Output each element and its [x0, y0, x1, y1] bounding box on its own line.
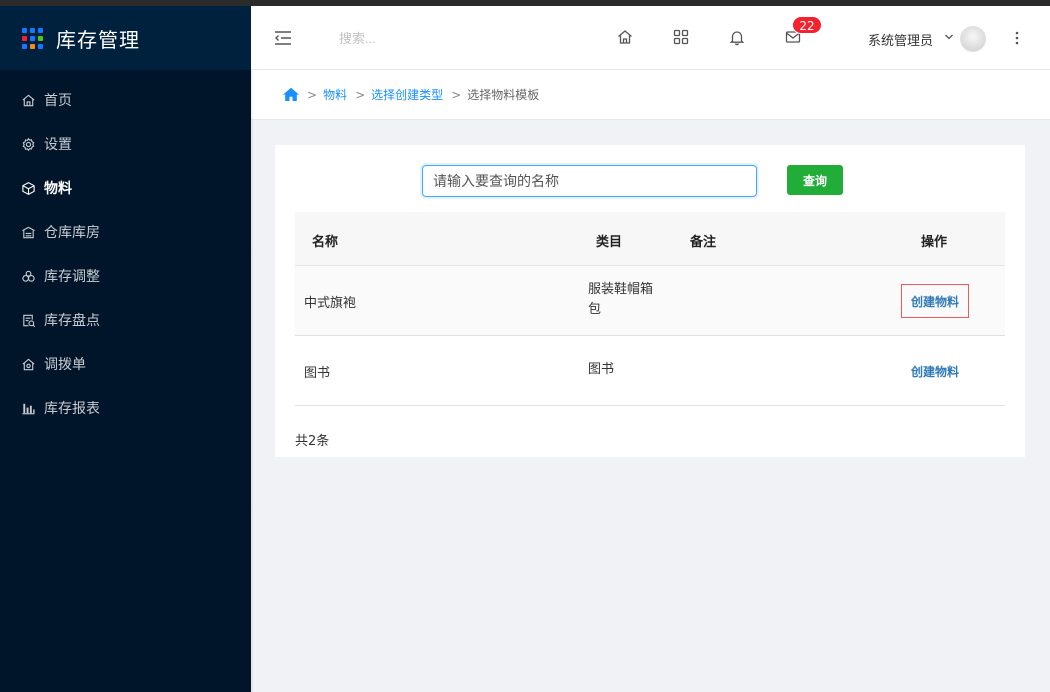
sidebar-item-stock-adjust[interactable]: 库存调整	[0, 254, 251, 298]
cell-category-line: 服装鞋帽箱	[588, 282, 654, 297]
table-header: 名称 类目 备注 操作	[295, 212, 1005, 266]
breadcrumb-separator: >	[355, 87, 366, 102]
sidebar-item-label: 首页	[44, 93, 72, 109]
sidebar-item-label: 库存调整	[44, 269, 100, 285]
template-search-input[interactable]	[422, 165, 757, 197]
create-material-link[interactable]: 创建物料	[901, 284, 969, 318]
template-list-card: 查询 名称 类目 备注 操作 中式旗袍 服装鞋帽箱 包 创建物料 图书 图书 创…	[275, 145, 1025, 457]
column-header-name: 名称	[312, 235, 339, 250]
apps-grid-icon[interactable]	[672, 28, 690, 46]
column-header-category: 类目	[596, 235, 623, 250]
app-title: 库存管理	[56, 27, 140, 52]
brand[interactable]: 库存管理	[0, 6, 251, 70]
column-header-actions: 操作	[921, 235, 948, 250]
breadcrumb-select-type[interactable]: 选择创建类型	[371, 86, 443, 103]
cell-category: 服装鞋帽箱 包	[588, 280, 668, 320]
sidebar-menu: 首页 设置 物料 仓库库房 库存调整 库存盘点 调拨单 库存报表	[0, 78, 251, 430]
logo-dot	[38, 27, 43, 33]
header-search-input[interactable]	[339, 26, 539, 50]
cube-icon	[20, 180, 36, 196]
chevron-down-icon[interactable]	[944, 32, 954, 42]
breadcrumb-materials[interactable]: 物料	[323, 86, 347, 103]
menu-collapse-icon[interactable]	[273, 28, 293, 48]
sidebar-item-home[interactable]: 首页	[0, 78, 251, 122]
home-icon[interactable]	[616, 28, 634, 46]
sidebar-item-materials[interactable]: 物料	[0, 166, 251, 210]
sidebar-item-settings[interactable]: 设置	[0, 122, 251, 166]
top-header: 22 系统管理员	[251, 6, 1050, 70]
cell-category: 图书	[588, 360, 668, 380]
breadcrumb-separator: >	[451, 87, 462, 102]
bar-chart-icon	[20, 400, 36, 416]
logo-dot	[22, 27, 27, 33]
more-vertical-icon[interactable]	[1015, 30, 1019, 46]
cell-name: 图书	[304, 366, 331, 381]
logo-dot	[22, 35, 27, 41]
logo-dot	[38, 43, 43, 49]
breadcrumb-separator: >	[307, 87, 318, 102]
user-name[interactable]: 系统管理员	[868, 30, 933, 49]
sidebar-item-label: 库存盘点	[44, 313, 100, 329]
home-icon	[20, 92, 36, 108]
logo-dot	[30, 43, 35, 49]
inventory-check-icon	[20, 312, 36, 328]
sidebar-item-stock-check[interactable]: 库存盘点	[0, 298, 251, 342]
sidebar-item-warehouse[interactable]: 仓库库房	[0, 210, 251, 254]
create-material-link[interactable]: 创建物料	[901, 354, 969, 388]
gear-icon	[20, 136, 36, 152]
sidebar-item-label: 物料	[44, 181, 72, 197]
logo-dot	[30, 35, 35, 41]
sidebar-item-stock-report[interactable]: 库存报表	[0, 386, 251, 430]
sidebar-item-transfer[interactable]: 调拨单	[0, 342, 251, 386]
sidebar-item-label: 仓库库房	[44, 225, 100, 241]
logo-dot	[22, 43, 27, 49]
logo-dot	[30, 27, 35, 33]
template-table: 名称 类目 备注 操作 中式旗袍 服装鞋帽箱 包 创建物料 图书 图书 创建物料	[295, 212, 1005, 406]
bell-icon[interactable]	[728, 28, 746, 46]
avatar[interactable]	[960, 26, 986, 52]
warehouse-icon	[20, 224, 36, 240]
transfer-icon	[20, 356, 36, 372]
breadcrumb-current: 选择物料模板	[467, 88, 540, 102]
query-button[interactable]: 查询	[787, 165, 843, 195]
adjust-icon	[20, 268, 36, 284]
breadcrumb-home-icon[interactable]	[283, 87, 299, 102]
sidebar-item-label: 库存报表	[44, 401, 100, 417]
mail-count-badge: 22	[792, 16, 822, 34]
sidebar: 库存管理 首页 设置 物料 仓库库房 库存调整 库存盘点 调拨单 库存报表	[0, 6, 251, 692]
app-logo-icon	[22, 27, 43, 49]
table-row: 图书 图书 创建物料	[295, 336, 1005, 406]
breadcrumb: > 物料 > 选择创建类型 > 选择物料模板	[251, 70, 1050, 120]
logo-dot	[38, 35, 43, 41]
cell-category-line: 图书	[588, 362, 615, 377]
sidebar-shadow	[251, 70, 254, 692]
sidebar-item-label: 设置	[44, 137, 72, 153]
column-header-remark: 备注	[690, 235, 717, 250]
cell-name: 中式旗袍	[304, 296, 357, 311]
sidebar-item-label: 调拨单	[44, 357, 86, 373]
table-row: 中式旗袍 服装鞋帽箱 包 创建物料	[295, 266, 1005, 336]
cell-category-line: 包	[588, 302, 602, 317]
total-count: 共2条	[295, 434, 330, 449]
